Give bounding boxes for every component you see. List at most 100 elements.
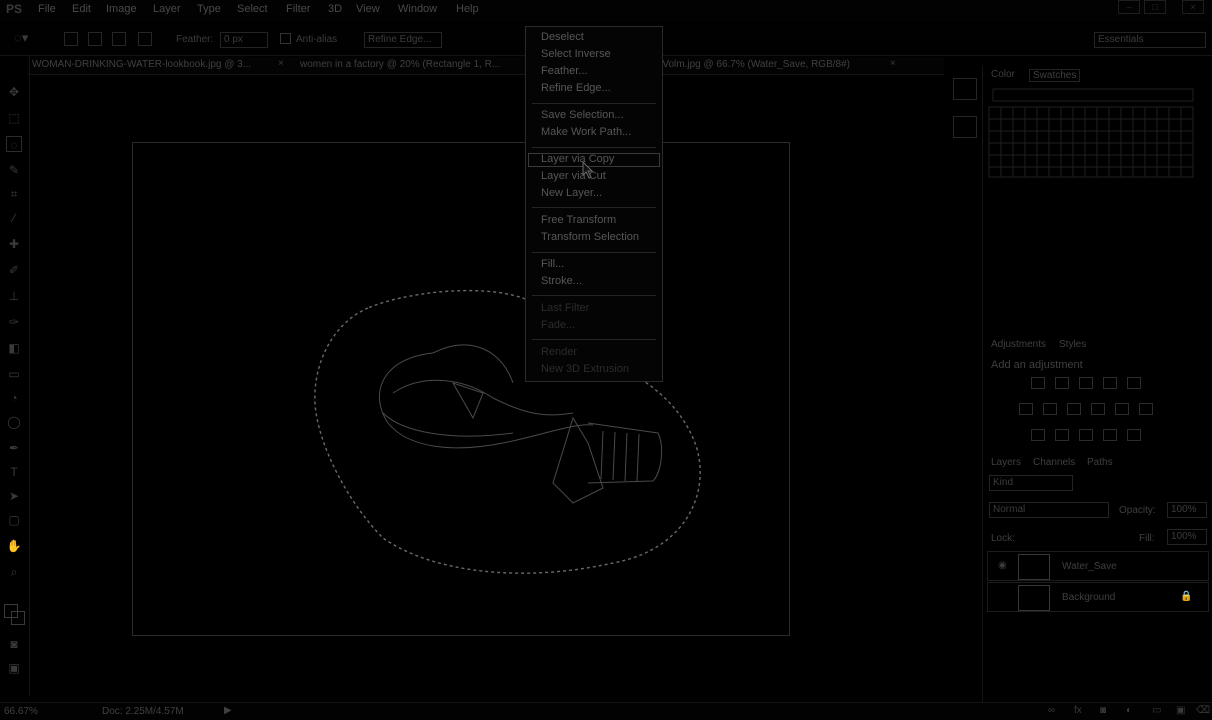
- document-canvas[interactable]: [132, 142, 790, 636]
- channel-mixer-icon[interactable]: [1115, 403, 1129, 415]
- clone-icon[interactable]: ⊥: [6, 288, 22, 304]
- tab-women-factory[interactable]: women in a factory @ 20% (Rectangle 1, R…: [300, 59, 500, 70]
- link-layers-icon[interactable]: ∞: [1048, 705, 1055, 716]
- status-arrow-icon[interactable]: ▶: [224, 705, 232, 716]
- feather-input[interactable]: 0 px: [220, 32, 268, 48]
- path-select-icon[interactable]: ➤: [6, 488, 22, 504]
- history-brush-icon[interactable]: ✑: [6, 314, 22, 330]
- posterize-icon[interactable]: [1055, 429, 1069, 441]
- swatches-grid[interactable]: [987, 85, 1209, 185]
- tab-paths[interactable]: Paths: [1087, 457, 1113, 468]
- menu-item-layer-via-cut[interactable]: Layer via Cut: [541, 170, 606, 182]
- menu-edit[interactable]: Edit: [72, 3, 91, 15]
- tab-styles[interactable]: Styles: [1059, 339, 1086, 350]
- menu-item-select-inverse[interactable]: Select Inverse: [541, 48, 611, 60]
- healing-icon[interactable]: ✚: [6, 236, 22, 252]
- exposure-icon[interactable]: [1103, 377, 1117, 389]
- tab-water-save[interactable]: ...Volm.jpg @ 66.7% (Water_Save, RGB/8#): [654, 59, 850, 70]
- new-selection-icon[interactable]: [64, 32, 78, 46]
- marquee-icon[interactable]: ⬚: [6, 110, 22, 126]
- menu-item-layer-via-copy[interactable]: Layer via Copy: [541, 153, 614, 165]
- zoom-icon[interactable]: ⌕: [6, 564, 22, 580]
- menu-item-save-selection[interactable]: Save Selection...: [541, 109, 624, 121]
- close-icon[interactable]: ×: [1182, 0, 1204, 14]
- tab-close-icon[interactable]: ×: [890, 58, 896, 69]
- gradient-icon[interactable]: ▭: [6, 366, 22, 382]
- layer-name[interactable]: Water_Save: [1062, 561, 1117, 572]
- fill-input[interactable]: 100%: [1167, 529, 1207, 545]
- lasso-icon[interactable]: ◌: [6, 136, 22, 152]
- shape-icon[interactable]: ▢: [6, 512, 22, 528]
- properties-panel-icon[interactable]: [953, 116, 977, 138]
- group-folder-icon[interactable]: ▭: [1152, 705, 1161, 716]
- tab-swatches[interactable]: Swatches: [1029, 69, 1081, 82]
- layer-row[interactable]: ◉ Water_Save: [987, 551, 1209, 581]
- tab-channels[interactable]: Channels: [1033, 457, 1075, 468]
- menu-item-free-transform[interactable]: Free Transform: [541, 214, 616, 226]
- tab-adjustments[interactable]: Adjustments: [991, 339, 1046, 350]
- mask-icon[interactable]: ◙: [1100, 705, 1106, 716]
- menu-file[interactable]: File: [38, 3, 56, 15]
- vibrance-icon[interactable]: [1127, 377, 1141, 389]
- color-lookup-icon[interactable]: [1139, 403, 1153, 415]
- menu-item-deselect[interactable]: Deselect: [541, 31, 584, 43]
- layer-kind-filter[interactable]: Kind: [989, 475, 1073, 491]
- menu-3d[interactable]: 3D: [328, 3, 342, 15]
- color-balance-icon[interactable]: [1043, 403, 1057, 415]
- add-selection-icon[interactable]: [88, 32, 102, 46]
- menu-help[interactable]: Help: [456, 3, 479, 15]
- background-color-swatch[interactable]: [11, 611, 25, 625]
- menu-item-stroke[interactable]: Stroke...: [541, 275, 582, 287]
- history-panel-icon[interactable]: [953, 78, 977, 100]
- zoom-level[interactable]: 66.67%: [4, 706, 38, 717]
- eraser-icon[interactable]: ◧: [6, 340, 22, 356]
- threshold-icon[interactable]: [1079, 429, 1093, 441]
- photo-filter-icon[interactable]: [1091, 403, 1105, 415]
- subtract-selection-icon[interactable]: [112, 32, 126, 46]
- intersect-selection-icon[interactable]: [138, 32, 152, 46]
- menu-type[interactable]: Type: [197, 3, 221, 15]
- lasso-tool-preset-icon[interactable]: ◌▾: [14, 30, 40, 48]
- menu-item-transform-selection[interactable]: Transform Selection: [541, 231, 639, 243]
- tab-woman-drinking-water[interactable]: WOMAN-DRINKING-WATER-lookbook.jpg @ 3...: [32, 59, 251, 70]
- tab-close-icon[interactable]: ×: [278, 58, 284, 69]
- hand-icon[interactable]: ✋: [6, 538, 22, 554]
- move-icon[interactable]: ✥: [6, 84, 22, 100]
- menu-view[interactable]: View: [356, 3, 380, 15]
- hue-saturation-icon[interactable]: [1019, 403, 1033, 415]
- menu-item-make-work-path[interactable]: Make Work Path...: [541, 126, 631, 138]
- blend-mode-select[interactable]: Normal: [989, 502, 1109, 518]
- selective-color-icon[interactable]: [1103, 429, 1117, 441]
- dodge-icon[interactable]: ◯: [6, 414, 22, 430]
- layer-row[interactable]: Background 🔒: [987, 582, 1209, 612]
- curves-icon[interactable]: [1079, 377, 1093, 389]
- eyedropper-icon[interactable]: ⁄: [6, 210, 22, 226]
- new-layer-icon[interactable]: ▣: [1176, 705, 1185, 716]
- opacity-input[interactable]: 100%: [1167, 502, 1207, 518]
- fx-icon[interactable]: fx: [1074, 705, 1082, 716]
- visibility-eye-icon[interactable]: ◉: [998, 560, 1007, 571]
- trash-icon[interactable]: ⌫: [1196, 705, 1210, 716]
- quick-mask-icon[interactable]: ◙: [6, 636, 22, 652]
- workspace-select[interactable]: Essentials: [1094, 32, 1206, 48]
- antialias-checkbox[interactable]: [280, 33, 291, 44]
- minimize-icon[interactable]: –: [1118, 0, 1140, 14]
- menu-item-refine-edge[interactable]: Refine Edge...: [541, 82, 611, 94]
- menu-select[interactable]: Select: [237, 3, 268, 15]
- maximize-icon[interactable]: □: [1144, 0, 1166, 14]
- adjustment-layer-icon[interactable]: ◐: [1126, 705, 1132, 716]
- menu-item-new-layer[interactable]: New Layer...: [541, 187, 602, 199]
- crop-icon[interactable]: ⌗: [6, 186, 22, 202]
- levels-icon[interactable]: [1055, 377, 1069, 389]
- black-white-icon[interactable]: [1067, 403, 1081, 415]
- pen-icon[interactable]: ✒: [6, 440, 22, 456]
- menu-layer[interactable]: Layer: [153, 3, 181, 15]
- gradient-map-icon[interactable]: [1127, 429, 1141, 441]
- tab-layers[interactable]: Layers: [991, 457, 1021, 468]
- brush-icon[interactable]: ✐: [6, 262, 22, 278]
- menu-window[interactable]: Window: [398, 3, 437, 15]
- quick-select-icon[interactable]: ✎: [6, 162, 22, 178]
- blur-icon[interactable]: ◔: [6, 390, 22, 406]
- brightness-icon[interactable]: [1031, 377, 1045, 389]
- refine-edge-button[interactable]: Refine Edge...: [364, 32, 442, 48]
